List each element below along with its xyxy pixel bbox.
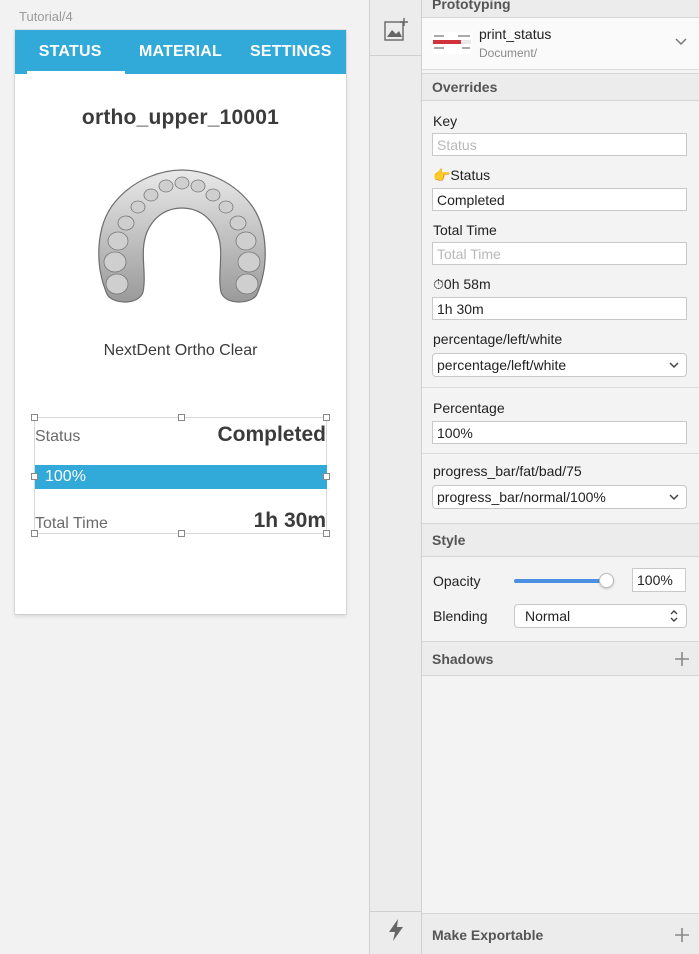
side-toolbar — [369, 0, 422, 954]
opacity-slider-knob[interactable] — [599, 573, 614, 588]
resize-handle-top[interactable] — [178, 414, 185, 421]
tab-settings[interactable]: SETTINGS — [236, 30, 346, 74]
blending-label: Blending — [433, 608, 488, 624]
toolbar-separator — [370, 911, 421, 912]
blending-select[interactable]: Normal — [514, 604, 687, 628]
style-title: Style — [432, 532, 466, 548]
tab-status[interactable]: STATUS — [15, 30, 126, 74]
symbol-thumbnail-icon — [432, 32, 472, 54]
resize-handle-left[interactable] — [31, 473, 38, 480]
tab-bar: STATUS MATERIAL SETTINGS — [15, 30, 346, 74]
symbol-name: print_status — [479, 26, 552, 42]
add-shadow-icon[interactable] — [675, 651, 689, 666]
total-time-override-label: Total Time — [433, 222, 497, 238]
shadows-section-header[interactable]: Shadows — [422, 641, 699, 676]
model-title: ortho_upper_10001 — [81, 106, 280, 129]
overrides-section-header: Overrides — [422, 73, 699, 101]
artboard[interactable]: STATUS MATERIAL SETTINGS ortho_upper_100… — [15, 30, 346, 614]
make-exportable-section-header[interactable]: Make Exportable — [422, 913, 699, 954]
resize-handle-right[interactable] — [323, 473, 330, 480]
key-input[interactable] — [432, 133, 687, 156]
symbol-path: Document/ — [479, 46, 538, 60]
divider — [422, 453, 699, 454]
time-override-input[interactable] — [432, 297, 687, 320]
canvas[interactable]: Tutorial/4 STATUS MATERIAL SETTINGS orth… — [0, 0, 369, 954]
insert-image-button[interactable] — [370, 16, 421, 44]
time-override-label: ⏱0h 58m — [433, 276, 491, 292]
chevron-down-icon — [675, 38, 687, 46]
toolbar-separator — [370, 55, 421, 56]
resize-handle-top-left[interactable] — [31, 414, 38, 421]
percentage-style-select[interactable]: percentage/left/white — [432, 353, 687, 377]
lightning-icon — [388, 919, 403, 941]
status-group-selection[interactable]: Status Completed 100% Total Time 1h 30m — [31, 414, 330, 537]
status-input[interactable] — [432, 188, 687, 211]
key-label: Key — [433, 113, 458, 129]
percentage-input[interactable] — [432, 421, 687, 444]
resize-handle-bottom[interactable] — [178, 530, 185, 537]
chevron-down-icon — [669, 362, 679, 369]
opacity-input[interactable] — [632, 568, 686, 592]
prototyping-section-header[interactable]: Prototyping — [422, 0, 699, 18]
material-name: NextDent Ortho Clear — [103, 342, 258, 359]
up-down-chevron-icon — [670, 610, 678, 622]
shadows-title: Shadows — [432, 650, 494, 667]
prototyping-title: Prototyping — [432, 0, 511, 12]
make-exportable-title: Make Exportable — [432, 926, 544, 943]
overrides-title: Overrides — [432, 79, 498, 95]
status-label: Status — [35, 428, 81, 445]
progress-bar-select[interactable]: progress_bar/normal/100% — [432, 485, 687, 509]
tab-material[interactable]: MATERIAL — [125, 30, 235, 74]
percentage-style-value: percentage/left/white — [437, 357, 567, 373]
status-value: Completed — [217, 423, 326, 446]
resize-handle-bottom-right[interactable] — [323, 530, 330, 537]
dental-arch-image — [98, 169, 266, 303]
progress-bar-value: progress_bar/normal/100% — [437, 489, 606, 505]
status-override-label: 👉Status — [433, 167, 491, 183]
resize-handle-bottom-left[interactable] — [31, 530, 38, 537]
total-time-input[interactable] — [432, 242, 687, 265]
opacity-label: Opacity — [433, 573, 481, 589]
percentage-label: Percentage — [433, 400, 505, 416]
insert-image-icon — [383, 18, 408, 41]
opacity-slider[interactable] — [514, 573, 614, 588]
inspector-panel: Prototyping print_status Document/ Overr… — [422, 0, 699, 954]
progress-bar: 100% — [35, 465, 327, 489]
percentage-style-label: percentage/left/white — [433, 331, 563, 347]
progress-bar-label: progress_bar/fat/bad/75 — [433, 463, 582, 479]
symbol-selector[interactable]: print_status Document/ — [422, 18, 699, 70]
total-time-value: 1h 30m — [253, 509, 326, 532]
total-time-label: Total Time — [35, 515, 108, 532]
style-section-header: Style — [422, 523, 699, 557]
blending-value: Normal — [525, 608, 571, 624]
progress-text: 100% — [45, 468, 86, 485]
add-export-icon[interactable] — [675, 927, 689, 942]
lightning-button[interactable] — [370, 916, 421, 944]
chevron-down-icon — [669, 494, 679, 501]
artboard-label[interactable]: Tutorial/4 — [19, 9, 73, 24]
divider — [422, 387, 699, 388]
resize-handle-top-right[interactable] — [323, 414, 330, 421]
